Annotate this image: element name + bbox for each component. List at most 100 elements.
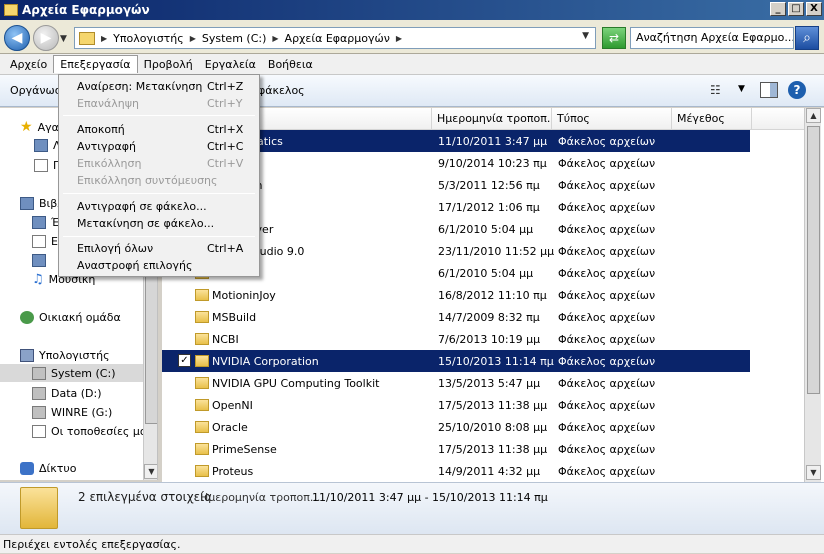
breadcrumb-folder[interactable]: Αρχεία Εφαρμογών bbox=[285, 32, 390, 45]
menu-edit[interactable]: Επεξεργασία bbox=[53, 55, 138, 73]
file-date: 16/8/2012 11:10 πμ bbox=[438, 288, 547, 302]
file-type: Φάκελος αρχείων bbox=[558, 200, 656, 214]
file-date: 11/10/2011 3:47 μμ bbox=[438, 134, 548, 148]
scroll-up-icon[interactable]: ▲ bbox=[806, 108, 821, 123]
back-button[interactable]: ◀ bbox=[4, 25, 30, 51]
file-type: Φάκελος αρχείων bbox=[558, 244, 656, 258]
nav-computer[interactable]: Υπολογιστής bbox=[20, 346, 110, 364]
new-folder-button[interactable]: φάκελος bbox=[258, 84, 305, 97]
scroll-thumb[interactable] bbox=[807, 126, 820, 394]
nav-library-images[interactable] bbox=[32, 251, 46, 269]
maximize-button[interactable]: □ bbox=[788, 2, 804, 16]
library-icon bbox=[20, 196, 34, 210]
preview-pane-icon[interactable] bbox=[760, 82, 778, 98]
nav-drive-d[interactable]: Data (D:) bbox=[32, 384, 102, 402]
homegroup-icon bbox=[20, 310, 34, 324]
breadcrumb-computer[interactable]: Υπολογιστής bbox=[113, 32, 184, 45]
nav-my-locations[interactable]: Οι τοποθεσίες μου W bbox=[32, 422, 157, 440]
file-type: Φάκελος αρχείων bbox=[558, 310, 656, 324]
file-row[interactable]: Proteus 14/9/2011 4:32 μμ Φάκελος αρχείων bbox=[162, 460, 750, 482]
file-date: 17/1/2012 1:06 πμ bbox=[438, 200, 540, 214]
file-row[interactable]: MotioninJoy 16/8/2012 11:10 πμ Φάκελος αρχ… bbox=[162, 284, 750, 306]
details-pane: 2 επιλεγμένα στοιχεία Ημερομηνία τροποπ.… bbox=[0, 482, 824, 534]
folder-icon bbox=[195, 399, 209, 411]
address-dropdown-icon[interactable]: ▼ bbox=[582, 31, 589, 41]
menu-item-select-all[interactable]: Επιλογή όλων Ctrl+A bbox=[61, 240, 257, 257]
folder-icon bbox=[79, 31, 95, 45]
minimize-button[interactable]: _ bbox=[770, 2, 786, 16]
folder-icon bbox=[20, 487, 58, 529]
refresh-button[interactable]: ⇄ bbox=[602, 27, 626, 49]
menu-file[interactable]: Αρχείο bbox=[4, 56, 53, 73]
menu-item-paste-shortcut[interactable]: Επικόλληση συντόμευσης bbox=[61, 172, 257, 189]
file-row[interactable]: NVIDIA GPU Computing Toolkit 13/5/2013 5:… bbox=[162, 372, 750, 394]
nav-label: WINRE (G:) bbox=[51, 405, 113, 419]
nav-drive-c[interactable]: System (C:) bbox=[0, 364, 143, 382]
nav-favorite-1[interactable]: Λ bbox=[34, 136, 61, 154]
nav-library-2[interactable]: Ε bbox=[32, 232, 58, 250]
file-scrollbar[interactable]: ▲ ▼ bbox=[804, 108, 821, 482]
menu-item-invert-selection[interactable]: Αναστροφή επιλογής bbox=[61, 257, 257, 274]
menu-item-copy-to-folder[interactable]: Αντιγραφή σε φάκελο... bbox=[61, 198, 257, 215]
menu-item-cut[interactable]: Αποκοπή Ctrl+X bbox=[61, 121, 257, 138]
search-icon[interactable]: ⌕ bbox=[795, 26, 819, 50]
document-icon bbox=[34, 158, 48, 172]
menu-item-undo[interactable]: Αναίρεση: Μετακίνηση Ctrl+Z bbox=[61, 78, 257, 95]
views-dropdown-icon[interactable]: ▼ bbox=[738, 84, 745, 94]
search-input[interactable]: Αναζήτηση Αρχεία Εφαρμο... bbox=[630, 27, 794, 49]
menu-item-copy[interactable]: Αντιγραφή Ctrl+C bbox=[61, 138, 257, 155]
menu-item-shortcut: Ctrl+Z bbox=[207, 80, 244, 93]
views-icon[interactable]: ☷ bbox=[710, 83, 721, 97]
document-library-icon bbox=[32, 234, 46, 248]
nav-library-1[interactable]: Έ bbox=[32, 213, 59, 231]
menu-item-label: Επικόλληση συντόμευσης bbox=[77, 174, 218, 187]
help-icon[interactable]: ? bbox=[788, 81, 806, 99]
nav-drive-g[interactable]: WINRE (G:) bbox=[32, 403, 112, 421]
menu-tools[interactable]: Εργαλεία bbox=[199, 56, 262, 73]
nav-label: Οικιακή ομάδα bbox=[39, 310, 121, 324]
date-modified-label: Ημερομηνία τροποπ... bbox=[200, 491, 321, 504]
menu-help[interactable]: Βοήθεια bbox=[262, 56, 319, 73]
scroll-down-icon[interactable]: ▼ bbox=[806, 465, 821, 480]
file-row[interactable]: OpenNI 17/5/2013 11:38 μμ Φάκελος αρχείων bbox=[162, 394, 750, 416]
nav-homegroup[interactable]: Οικιακή ομάδα bbox=[20, 308, 121, 326]
file-row[interactable]: MSBuild 14/7/2009 8:32 πμ Φάκελος αρχείων bbox=[162, 306, 750, 328]
nav-network[interactable]: Δίκτυο bbox=[20, 459, 76, 477]
file-list-pane: Ημερομηνία τροποπ... Τύπος Μέγεθος Mathe… bbox=[162, 108, 824, 482]
file-row[interactable]: Oracle 25/10/2010 8:08 μμ Φάκελος αρχείων bbox=[162, 416, 750, 438]
file-row[interactable]: ✓ NVIDIA Corporation 15/10/2013 11:14 πμ Φά… bbox=[162, 350, 750, 372]
file-row[interactable]: NCBI 7/6/2013 10:19 μμ Φάκελος αρχείων bbox=[162, 328, 750, 350]
menu-item-paste[interactable]: Επικόλληση Ctrl+V bbox=[61, 155, 257, 172]
checkbox-icon[interactable]: ✓ bbox=[178, 354, 191, 367]
column-date-modified[interactable]: Ημερομηνία τροποπ... bbox=[432, 108, 552, 130]
organize-button[interactable]: Οργάνωσ bbox=[10, 84, 62, 97]
menu-item-redo[interactable]: Επανάληψη Ctrl+Y bbox=[61, 95, 257, 112]
nav-favorites[interactable]: ★ Αγα bbox=[20, 118, 59, 136]
folder-icon bbox=[195, 465, 209, 477]
drive-icon bbox=[32, 405, 46, 419]
breadcrumb-separator-icon[interactable]: ▶ bbox=[101, 34, 107, 43]
folder-icon bbox=[195, 289, 209, 301]
file-type: Φάκελος αρχείων bbox=[558, 288, 656, 302]
breadcrumb-separator-icon[interactable]: ▶ bbox=[190, 34, 196, 43]
menu-item-shortcut: Ctrl+X bbox=[207, 123, 244, 136]
file-type: Φάκελος αρχείων bbox=[558, 178, 656, 192]
column-type[interactable]: Τύπος bbox=[552, 108, 672, 130]
menu-view[interactable]: Προβολή bbox=[138, 56, 199, 73]
file-type: Φάκελος αρχείων bbox=[558, 442, 656, 456]
menu-item-move-to-folder[interactable]: Μετακίνηση σε φάκελο... bbox=[61, 215, 257, 232]
breadcrumb-separator-icon[interactable]: ▶ bbox=[396, 34, 402, 43]
close-button[interactable]: X bbox=[806, 2, 822, 16]
file-name: NVIDIA GPU Computing Toolkit bbox=[212, 376, 380, 390]
drive-icon bbox=[32, 366, 46, 380]
column-size[interactable]: Μέγεθος bbox=[672, 108, 752, 130]
breadcrumb-drive[interactable]: System (C:) bbox=[202, 32, 267, 45]
file-row[interactable]: PrimeSense 17/5/2013 11:38 μμ Φάκελος αρχε… bbox=[162, 438, 750, 460]
forward-button[interactable]: ▶ bbox=[33, 25, 59, 51]
scroll-down-icon[interactable]: ▼ bbox=[144, 464, 157, 479]
nav-label: Data (D:) bbox=[51, 386, 102, 400]
recent-pages-dropdown[interactable]: ▼ bbox=[60, 34, 67, 44]
address-field[interactable]: ▶ Υπολογιστής ▶ System (C:) ▶ Αρχεία Εφα… bbox=[74, 27, 596, 49]
breadcrumb-separator-icon[interactable]: ▶ bbox=[272, 34, 278, 43]
file-type: Φάκελος αρχείων bbox=[558, 354, 656, 368]
